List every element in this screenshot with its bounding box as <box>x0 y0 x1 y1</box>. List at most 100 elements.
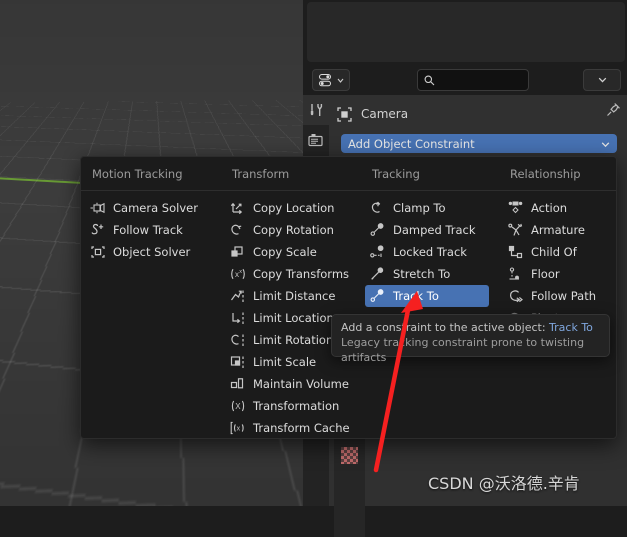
menu-column-items: Camera Solver Follow Track Object Solver <box>81 190 221 263</box>
menu-item-maintain-volume[interactable]: Maintain Volume <box>221 373 361 395</box>
menu-header-divider <box>81 190 616 191</box>
menu-item-label: Limit Rotation <box>253 333 334 347</box>
locked-track-icon <box>369 244 386 261</box>
sidebar-item-render[interactable] <box>303 125 329 155</box>
properties-search-field[interactable] <box>417 69 529 91</box>
object-solver-icon <box>89 244 106 261</box>
checker-texture-swatch[interactable] <box>341 447 358 464</box>
svg-text:x: x <box>239 269 242 275</box>
menu-item-transform-cache[interactable]: x Transform Cache <box>221 417 361 439</box>
menu-column-transform: Transform Copy Location Copy Rotation Co… <box>221 157 361 438</box>
limit-location-icon <box>229 310 246 327</box>
menu-item-floor[interactable]: Floor <box>499 263 614 285</box>
menu-item-copy-location[interactable]: Copy Location <box>221 197 361 219</box>
menu-item-label: Maintain Volume <box>253 377 349 391</box>
menu-item-camera-solver[interactable]: Camera Solver <box>81 197 221 219</box>
menu-item-follow-path[interactable]: Follow Path <box>499 285 614 307</box>
menu-item-label: Camera Solver <box>113 201 198 215</box>
menu-column-relationship: Relationship Action Armature Child Of Fl… <box>499 157 614 438</box>
tooltip: Add a constraint to the active object: T… <box>331 314 610 364</box>
svg-text:x: x <box>236 426 240 433</box>
menu-item-copy-transforms[interactable]: x x Copy Transforms <box>221 263 361 285</box>
menu-item-label: Action <box>531 201 568 215</box>
menu-item-label: Track To <box>393 289 439 303</box>
menu-item-locked-track[interactable]: Locked Track <box>361 241 499 263</box>
menu-item-label: Limit Location <box>253 311 334 325</box>
copy-transforms-icon: x x <box>229 266 246 283</box>
properties-top-region <box>307 2 625 62</box>
tooltip-line-2: Legacy tracking constraint prone to twis… <box>341 336 585 364</box>
copy-rotation-icon <box>229 222 246 239</box>
menu-column-items: Action Armature Child Of Floor Follow Pa… <box>499 190 614 329</box>
menu-column-header: Transform <box>232 166 290 181</box>
add-object-constraint-label: Add Object Constraint <box>348 136 475 151</box>
watermark: CSDN @沃洛德.辛肯 <box>428 474 580 493</box>
menu-item-stretch-to[interactable]: Stretch To <box>361 263 499 285</box>
add-object-constraint-button[interactable]: Add Object Constraint <box>341 134 617 153</box>
camera-solver-icon <box>89 200 106 217</box>
menu-column-tracking: Tracking Clamp To Damped Track Locked Tr… <box>361 157 499 438</box>
limit-rotation-icon <box>229 332 246 349</box>
properties-options-button[interactable] <box>583 69 621 91</box>
menu-item-label: Floor <box>531 267 560 281</box>
menu-item-armature[interactable]: Armature <box>499 219 614 241</box>
menu-item-follow-track[interactable]: Follow Track <box>81 219 221 241</box>
limit-scale-icon <box>229 354 246 371</box>
menu-item-label: Object Solver <box>113 245 191 259</box>
menu-column-motion-tracking: Motion Tracking Camera Solver Follow Tra… <box>81 157 221 438</box>
menu-item-label: Follow Track <box>113 223 183 237</box>
sidebar-item-tool[interactable] <box>303 95 329 125</box>
menu-column-header: Relationship <box>510 166 581 181</box>
object-data-icon <box>337 106 352 122</box>
menu-item-object-solver[interactable]: Object Solver <box>81 241 221 263</box>
copy-scale-icon <box>229 244 246 261</box>
tooltip-prefix: Add a constraint to the active object: <box>341 321 550 334</box>
follow-path-icon <box>507 288 524 305</box>
menu-item-label: Armature <box>531 223 585 237</box>
menu-item-label: Copy Scale <box>253 245 317 259</box>
breadcrumb: Camera <box>337 103 619 125</box>
tooltip-constraint-name: Track To <box>549 321 593 334</box>
menu-item-limit-distance[interactable]: Limit Distance <box>221 285 361 307</box>
filter-display-button[interactable] <box>312 69 350 91</box>
menu-item-action[interactable]: Action <box>499 197 614 219</box>
floor-icon <box>507 266 524 283</box>
menu-item-label: Stretch To <box>393 267 451 281</box>
maintain-volume-icon <box>229 376 246 393</box>
menu-item-copy-rotation[interactable]: Copy Rotation <box>221 219 361 241</box>
menu-item-label: Clamp To <box>393 201 446 215</box>
menu-item-child-of[interactable]: Child Of <box>499 241 614 263</box>
menu-item-label: Copy Rotation <box>253 223 334 237</box>
copy-location-icon <box>229 200 246 217</box>
filter-toggles-icon <box>318 73 331 86</box>
menu-item-label: Child Of <box>531 245 577 259</box>
pin-id-button[interactable] <box>606 102 621 121</box>
stretch-to-icon <box>369 266 386 283</box>
menu-item-transformation[interactable]: X Transformation <box>221 395 361 417</box>
menu-item-clamp-to[interactable]: Clamp To <box>361 197 499 219</box>
menu-column-items: Clamp To Damped Track Locked Track Stret… <box>361 190 499 307</box>
chevron-down-icon <box>337 78 343 83</box>
transformation-icon: X <box>229 398 246 415</box>
breadcrumb-object-name: Camera <box>361 107 409 121</box>
menu-column-header: Motion Tracking <box>92 166 183 181</box>
menu-item-label: Locked Track <box>393 245 467 259</box>
menu-item-label: Transformation <box>253 399 340 413</box>
menu-item-label: Limit Distance <box>253 289 336 303</box>
properties-header <box>307 66 625 92</box>
menu-item-copy-scale[interactable]: Copy Scale <box>221 241 361 263</box>
child-of-icon <box>507 244 524 261</box>
menu-item-label: Copy Transforms <box>253 267 350 281</box>
menu-item-track-to[interactable]: Track To <box>365 285 489 307</box>
menu-item-label: Follow Path <box>531 289 596 303</box>
svg-text:X: X <box>235 402 241 411</box>
tool-icon <box>310 103 322 116</box>
damped-track-icon <box>369 222 386 239</box>
add-object-constraint-menu: Motion Tracking Camera Solver Follow Tra… <box>80 156 617 439</box>
chevron-down-icon <box>601 137 610 151</box>
menu-item-label: Damped Track <box>393 223 476 237</box>
menu-column-header: Tracking <box>372 166 420 181</box>
track-to-icon <box>369 288 386 305</box>
search-icon <box>424 75 435 85</box>
menu-item-damped-track[interactable]: Damped Track <box>361 219 499 241</box>
